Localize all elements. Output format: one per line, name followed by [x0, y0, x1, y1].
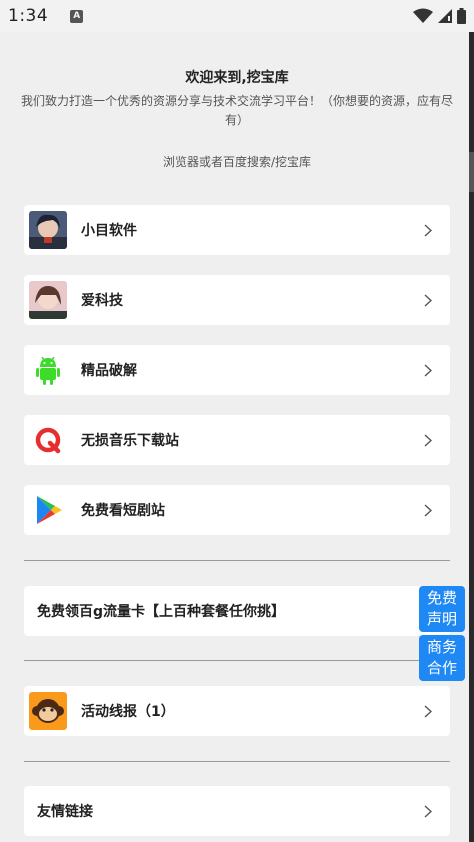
section-divider — [24, 560, 450, 561]
link-card-label: 小目软件 — [81, 223, 137, 239]
friend-links-label: 友情链接 — [37, 804, 93, 820]
promo-card[interactable]: 免费领百g流量卡【上百种套餐任你挑】 — [24, 586, 450, 636]
disclaimer-button[interactable]: 免费 声明 — [419, 586, 465, 632]
activity-card[interactable]: 活动线报（1） — [24, 686, 450, 736]
chevron-right-icon — [424, 363, 432, 377]
chevron-right-icon — [424, 704, 432, 718]
link-card-aikeji[interactable]: 爱科技 — [24, 275, 450, 325]
play-store-icon — [29, 491, 67, 529]
business-line-1: 商务 — [426, 638, 457, 656]
search-hint: 浏览器或者百度搜索/挖宝库 — [162, 155, 312, 169]
chevron-right-icon — [424, 223, 432, 237]
section-divider — [24, 761, 450, 762]
link-card-label: 无损音乐下载站 — [81, 433, 179, 449]
link-card-xiaomu[interactable]: 小目软件 — [24, 205, 450, 255]
signal-icon — [438, 9, 452, 23]
anime-avatar-icon — [29, 211, 67, 249]
portrait-avatar-icon — [29, 281, 67, 319]
page-header: 欢迎来到,挖宝库 我们致力打造一个优秀的资源分享与技术交流学习平台！（你想要的资… — [0, 64, 474, 172]
page-title: 欢迎来到,挖宝库 — [185, 70, 289, 86]
link-card-jingpin[interactable]: 精品破解 — [24, 345, 450, 395]
chevron-right-icon — [424, 804, 432, 818]
disclaimer-line-2: 声明 — [426, 610, 457, 628]
link-card-label: 爱科技 — [81, 293, 123, 309]
link-card-music[interactable]: 无损音乐下载站 — [24, 415, 450, 465]
activity-label: 活动线报（1） — [81, 704, 175, 720]
chevron-right-icon — [424, 433, 432, 447]
link-card-drama[interactable]: 免费看短剧站 — [24, 485, 450, 535]
battery-icon — [457, 8, 466, 24]
music-q-logo-icon — [29, 421, 67, 459]
link-card-label: 精品破解 — [81, 363, 137, 379]
chevron-right-icon — [424, 503, 432, 517]
section-divider — [24, 660, 450, 661]
business-line-2: 合作 — [426, 659, 457, 677]
disclaimer-line-1: 免费 — [426, 589, 457, 607]
android-robot-icon — [29, 351, 67, 389]
page-description: 我们致力打造一个优秀的资源分享与技术交流学习平台！（你想要的资源，应有尽有） — [20, 94, 453, 127]
wifi-icon — [413, 8, 433, 23]
chevron-right-icon — [424, 293, 432, 307]
status-time: 1:34 — [8, 6, 49, 26]
notification-letter-icon: A — [70, 9, 84, 23]
link-card-label: 免费看短剧站 — [81, 503, 165, 519]
business-button[interactable]: 商务 合作 — [419, 635, 465, 681]
friend-links-card[interactable]: 友情链接 — [24, 786, 450, 836]
status-icons — [413, 8, 466, 24]
monkey-icon — [29, 692, 67, 730]
promo-label: 免费领百g流量卡【上百种套餐任你挑】 — [37, 604, 286, 620]
status-bar: 1:34 A — [0, 0, 474, 32]
